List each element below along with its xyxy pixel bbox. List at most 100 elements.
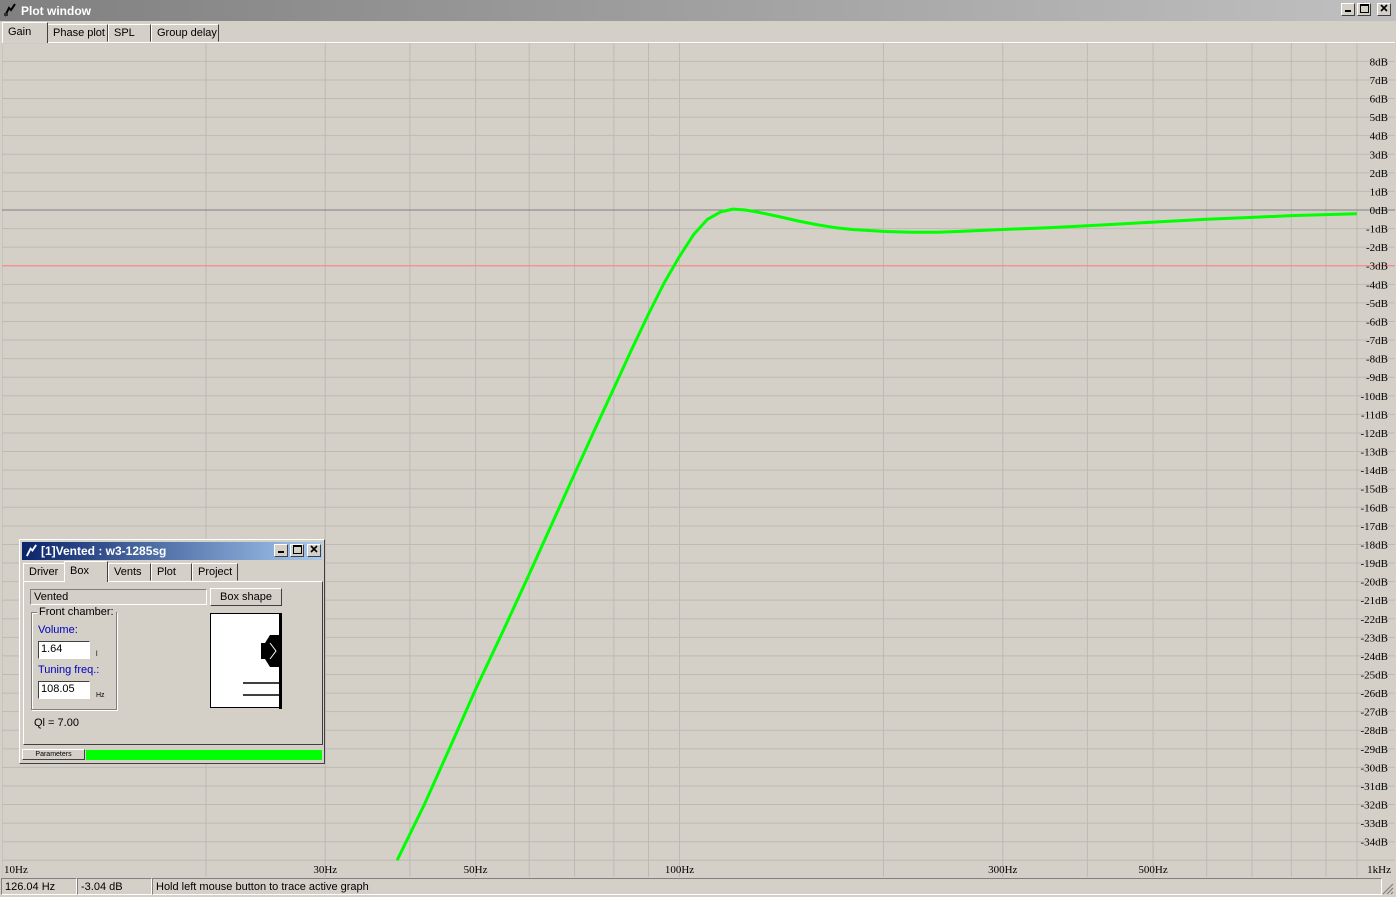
box-tab-panel: Vented Box shape Front chamber: Volume: … [23, 581, 323, 745]
tab-gain[interactable]: Gain [2, 22, 48, 43]
series-group [395, 207, 1358, 861]
tab-label: Driver [29, 566, 59, 578]
box-shape-preview [210, 613, 282, 709]
y-tick-label: 0dB [1370, 205, 1388, 217]
window-title: Plot window [21, 4, 91, 18]
y-tick-label: -27dB [1361, 707, 1389, 719]
y-tick-label: 5dB [1370, 112, 1388, 124]
y-tick-label: -11dB [1361, 409, 1388, 421]
status-hint: Hold left mouse button to trace active g… [152, 878, 1382, 895]
minimize-icon [1345, 10, 1351, 12]
y-tick-label: -16dB [1361, 502, 1389, 514]
y-tick-label: -5dB [1366, 298, 1388, 310]
maximize-icon [1359, 4, 1369, 13]
y-tick-label: -23dB [1361, 632, 1389, 644]
tab-phase-plot[interactable]: Phase plot [47, 24, 108, 42]
close-icon [310, 545, 318, 553]
y-tick-label: -31dB [1361, 781, 1389, 793]
tuning-freq-input[interactable]: 108.05 [38, 681, 90, 699]
tab-label: Gain [8, 26, 32, 38]
y-tick-label: -26dB [1361, 688, 1389, 700]
tab-label: SPL [114, 27, 135, 39]
x-tick-label: 100Hz [665, 864, 694, 876]
tab-box[interactable]: Box [64, 561, 108, 582]
y-tick-label: -13dB [1361, 447, 1389, 459]
maximize-icon [292, 545, 302, 554]
volume-value: 1.64 [41, 643, 63, 655]
y-tick-label: -4dB [1366, 279, 1388, 291]
x-tick-label: 500Hz [1138, 864, 1167, 876]
tab-label: Phase plot [53, 27, 105, 39]
y-tick-label: -17dB [1361, 521, 1389, 533]
child-minimize-button[interactable] [274, 544, 288, 557]
front-chamber-group: Front chamber: Volume: 1.64 l Tuning fre… [31, 606, 117, 710]
tab-label: Project [198, 566, 233, 578]
box-type-value: Vented [34, 591, 69, 603]
minimize-button[interactable] [1341, 3, 1355, 16]
close-button[interactable] [1377, 3, 1391, 16]
y-tick-label: -15dB [1361, 484, 1389, 496]
x-tick-label: 300Hz [988, 864, 1017, 876]
minimize-icon [278, 551, 284, 553]
tab-group-delay[interactable]: Group delay [151, 24, 219, 42]
y-tick-label: -1dB [1366, 224, 1388, 236]
gain-curve [395, 207, 1358, 861]
tab-driver[interactable]: Driver [23, 563, 65, 581]
box-shape-label: Box shape [220, 591, 272, 603]
y-tick-label: -12dB [1361, 428, 1389, 440]
tab-vents[interactable]: Vents [108, 563, 151, 581]
app-icon [4, 3, 16, 17]
tab-spl[interactable]: SPL [108, 24, 151, 42]
tab-label: Plot [157, 566, 176, 578]
y-tick-label: -14dB [1361, 465, 1389, 477]
y-tick-label: -10dB [1361, 391, 1389, 403]
child-titlebar: [1]Vented : w3-1285sg [22, 542, 322, 560]
box-parameters-window: [1]Vented : w3-1285sg Driver Box Vents P… [19, 539, 325, 764]
tuning-freq-value: 108.05 [41, 683, 75, 695]
main-titlebar: Plot window [0, 0, 1396, 21]
y-tick-label: -22dB [1361, 614, 1389, 626]
y-tick-label: -18dB [1361, 539, 1389, 551]
box-shape-button[interactable]: Box shape [210, 588, 282, 606]
y-tick-label: 8dB [1370, 56, 1388, 68]
child-close-button[interactable] [307, 544, 321, 557]
resize-grip-icon[interactable] [1381, 882, 1394, 895]
y-tick-label: -8dB [1366, 354, 1388, 366]
child-maximize-button[interactable] [290, 544, 304, 557]
y-tick-label: -30dB [1361, 762, 1389, 774]
y-tick-label: -24dB [1361, 651, 1389, 663]
status-frequency: 126.04 Hz [1, 878, 77, 895]
y-tick-label: 3dB [1370, 149, 1388, 161]
tab-label: Group delay [157, 27, 217, 39]
x-tick-label: 10Hz [4, 864, 28, 876]
tab-label: Box [70, 565, 89, 577]
tuning-freq-unit: Hz [96, 692, 105, 699]
parameters-progress: Parameters [22, 749, 322, 761]
y-tick-label: -25dB [1361, 670, 1389, 682]
child-window-title: [1]Vented : w3-1285sg [41, 544, 167, 558]
y-tick-label: -28dB [1361, 725, 1389, 737]
maximize-button[interactable] [1357, 3, 1371, 16]
y-tick-label: 1dB [1370, 186, 1388, 198]
ql-text: Ql = 7.00 [34, 717, 79, 729]
volume-input[interactable]: 1.64 [38, 641, 90, 659]
y-tick-label: -2dB [1366, 242, 1388, 254]
y-tick-label: -6dB [1366, 316, 1388, 328]
x-tick-label: 1kHz [1367, 864, 1391, 876]
y-tick-label: -32dB [1361, 800, 1389, 812]
volume-unit: l [96, 651, 98, 658]
front-chamber-label: Front chamber: [37, 606, 116, 618]
tab-plot[interactable]: Plot [151, 563, 192, 581]
y-tick-label: -33dB [1361, 818, 1389, 830]
y-tick-label: -29dB [1361, 744, 1389, 756]
tab-project[interactable]: Project [192, 563, 238, 581]
reference-lines [2, 209, 1395, 267]
y-tick-label: -34dB [1361, 837, 1389, 849]
box-type-field[interactable]: Vented [30, 589, 207, 605]
x-axis-labels: 10Hz 30Hz 50Hz 100Hz 300Hz 500Hz 1kHz [4, 864, 1391, 876]
y-tick-label: 4dB [1370, 131, 1388, 143]
x-tick-label: 30Hz [313, 864, 337, 876]
progress-bar-fill [86, 750, 322, 760]
status-gain: -3.04 dB [77, 878, 152, 895]
y-tick-label: -21dB [1361, 595, 1389, 607]
